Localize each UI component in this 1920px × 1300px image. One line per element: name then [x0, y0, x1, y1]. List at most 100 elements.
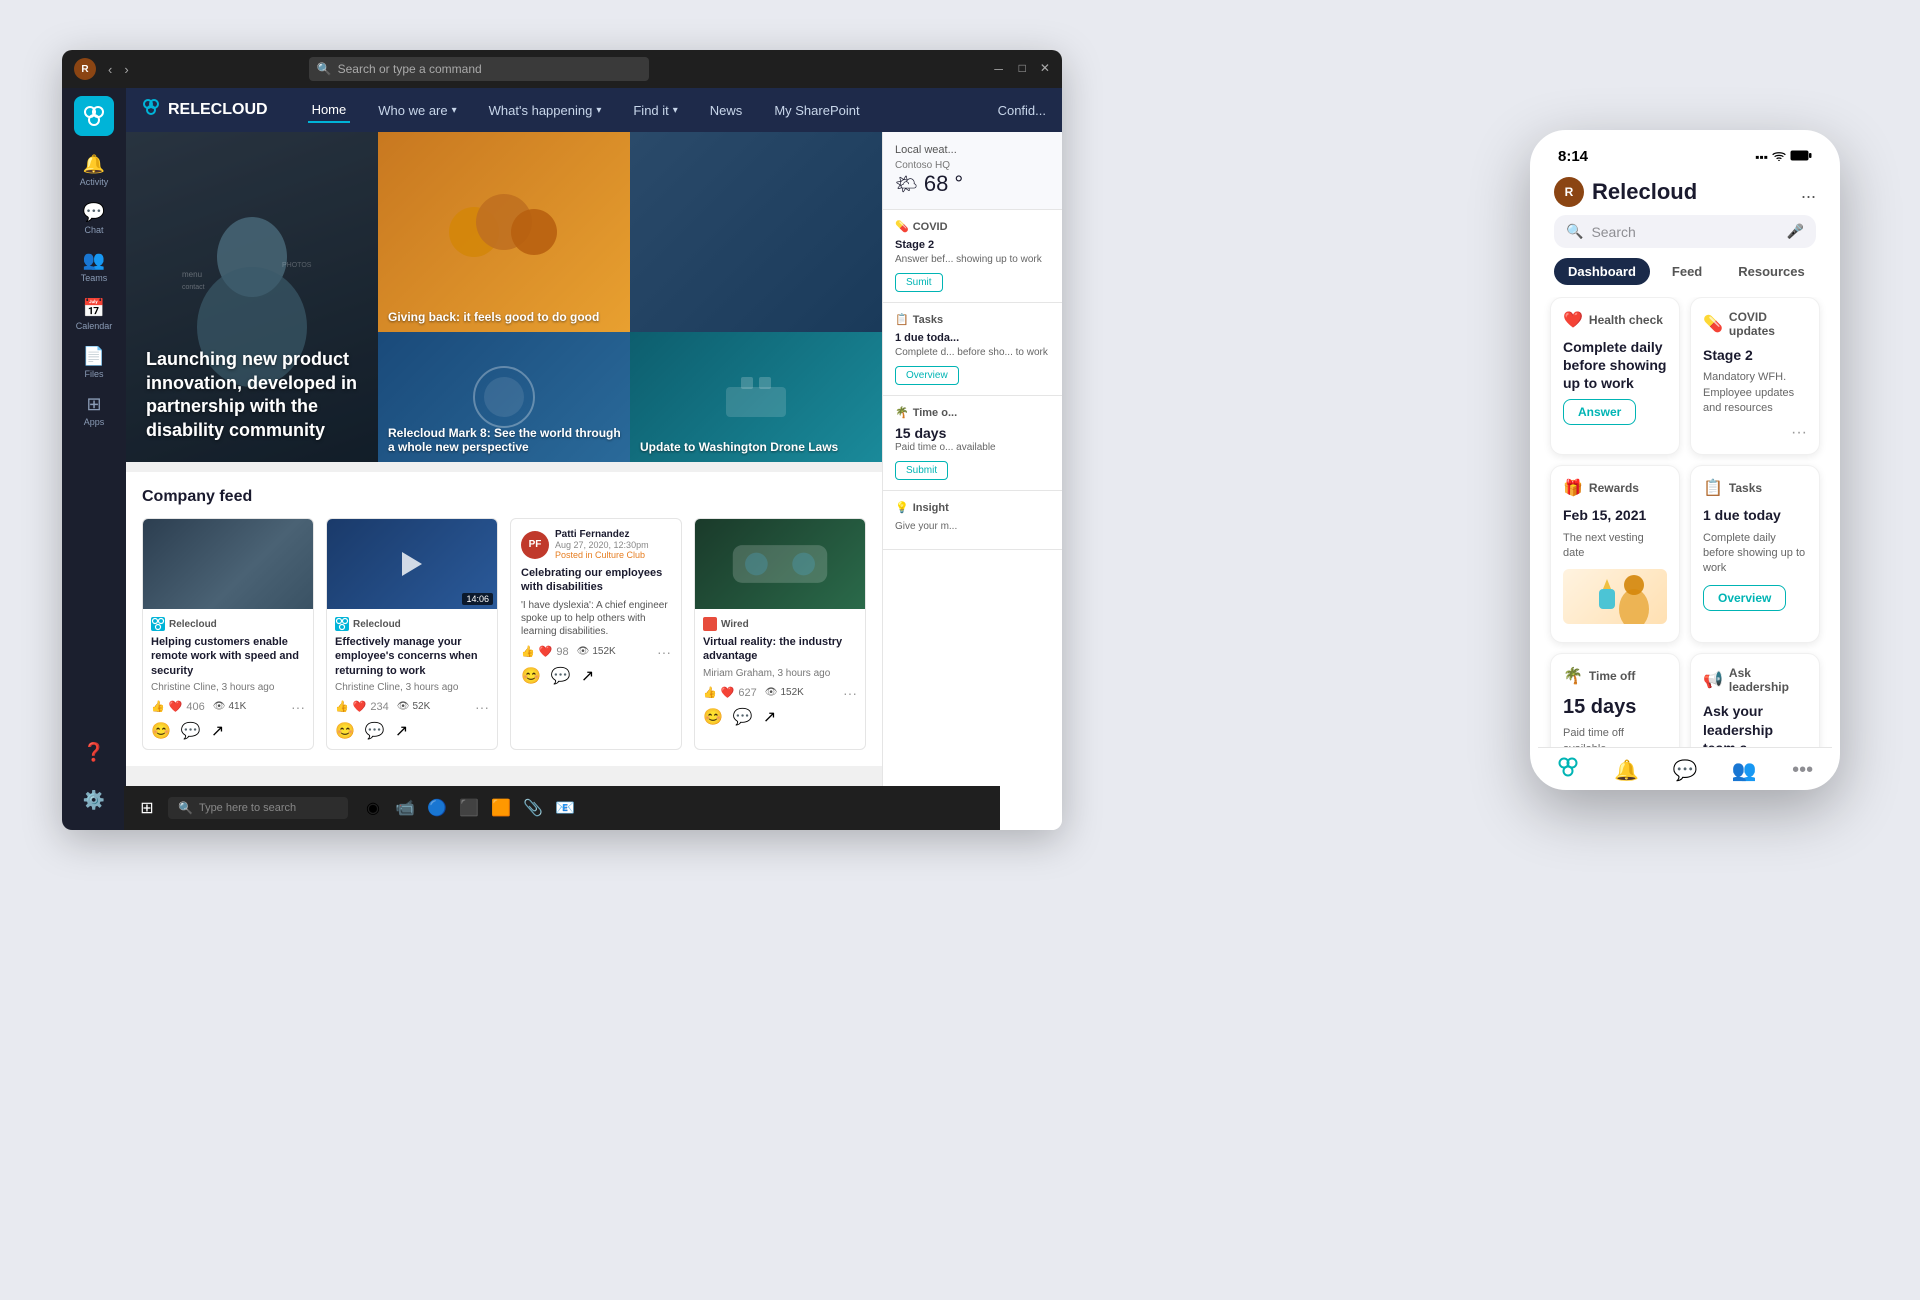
tasks-overview-button[interactable]: Overview — [895, 366, 959, 385]
mobile-nav-chat[interactable]: 💬 Chat — [1663, 758, 1707, 791]
taskbar-app-edge[interactable]: 🔵 — [422, 793, 452, 823]
mobile-cards-row-1: ❤️ Health check Complete daily before sh… — [1550, 297, 1820, 455]
close-btn[interactable]: ✕ — [1040, 61, 1050, 78]
hero-kids-caption: Giving back: it feels good to do good — [388, 310, 599, 324]
rewards-date: Feb 15, 2021 — [1563, 506, 1667, 524]
share-icon[interactable]: ↗ — [211, 721, 224, 741]
mobile-nav-teams[interactable]: 👥 Teams — [1722, 758, 1766, 791]
mobile-nav-activity[interactable]: 🔔 Activity — [1605, 758, 1649, 791]
mobile-mic-icon[interactable]: 🎤 — [1787, 223, 1804, 240]
covid-section: 💊 COVID Stage 2 Answer bef... showing up… — [883, 210, 1062, 303]
feed-card-2-reactions[interactable]: 👍 ❤️ 234 — [335, 700, 389, 713]
share-2-icon[interactable]: ↗ — [395, 721, 408, 741]
mobile-nav-label-chat: Chat — [1675, 785, 1696, 791]
mobile-nav-label-relecloud: Relecloud — [1545, 786, 1589, 790]
comment-3-icon[interactable]: 💬 — [551, 666, 571, 686]
sidebar-item-help[interactable]: ❓ — [72, 730, 116, 774]
megaphone-icon: 📢 — [1703, 670, 1723, 690]
feed-card-4-reactions[interactable]: 👍 ❤️ 627 — [703, 686, 757, 699]
tasks-desc: Complete d... before sho... to work — [895, 346, 1050, 359]
mobile-more-button[interactable]: ... — [1801, 182, 1816, 203]
comment-2-icon[interactable]: 💬 — [365, 721, 385, 741]
sidebar-item-calendar[interactable]: 📅 Calendar — [72, 292, 116, 336]
tasks-card-desc: Complete daily before showing up to work — [1703, 531, 1807, 577]
comment-4-icon[interactable]: 💬 — [733, 707, 753, 727]
insights-icon: 💡 — [895, 501, 909, 514]
taskbar-app-cortana[interactable]: ◉ — [358, 793, 388, 823]
tasks-due: 1 due toda... — [895, 332, 1050, 344]
more-4-icon[interactable]: ··· — [843, 685, 857, 701]
start-button[interactable]: ⊞ — [132, 793, 162, 823]
thumbs-up-icon: 👍 — [151, 700, 165, 713]
taskbar-app-paperclip[interactable]: 📎 — [518, 793, 548, 823]
nav-item-sharepoint[interactable]: My SharePoint — [770, 99, 863, 122]
settings-icon: ⚙️ — [83, 790, 105, 811]
taskbar-app-video[interactable]: 📹 — [390, 793, 420, 823]
mobile-nav-relecloud[interactable]: Relecloud — [1545, 756, 1589, 790]
taskbar-search[interactable]: 🔍 Type here to search — [168, 797, 348, 819]
share-4-icon[interactable]: ↗ — [763, 707, 776, 727]
ask-leadership-title: Ask your leadership team a question — [1703, 702, 1807, 747]
minimize-btn[interactable]: － — [993, 61, 1005, 78]
health-card-title: Complete daily before showing up to work — [1563, 338, 1667, 393]
more-icon[interactable]: ··· — [291, 699, 305, 715]
mobile-status-icons: ▪▪▪ — [1755, 150, 1812, 164]
mobile-nav-more[interactable]: ••• More — [1781, 759, 1825, 791]
tab-feed[interactable]: Feed — [1658, 258, 1716, 285]
covid-submit-button[interactable]: Sumit — [895, 273, 943, 292]
sidebar-item-chat[interactable]: 💬 Chat — [72, 196, 116, 240]
tab-resources[interactable]: Resources — [1724, 258, 1818, 285]
sidebar-bottom: ❓ ⚙️ — [72, 730, 116, 822]
sidebar-item-activity[interactable]: 🔔 Activity — [72, 148, 116, 192]
nav-item-home[interactable]: Home — [308, 98, 351, 123]
tasks-overview-btn[interactable]: Overview — [1703, 585, 1786, 611]
more-2-icon[interactable]: ··· — [475, 699, 489, 715]
calendar-icon: 📅 — [83, 298, 105, 319]
timeoff-submit-button[interactable]: Submit — [895, 461, 948, 480]
more-3-icon[interactable]: ··· — [657, 644, 671, 660]
tab-dashboard[interactable]: Dashboard — [1554, 258, 1650, 285]
hero-mark8-caption: Relecloud Mark 8: See the world through … — [388, 426, 630, 454]
nav-item-find[interactable]: Find it ▾ — [629, 99, 681, 122]
share-3-icon[interactable]: ↗ — [581, 666, 594, 686]
covid-desc: Answer bef... showing up to work — [895, 253, 1050, 266]
covid-more-icon[interactable]: ··· — [1703, 424, 1807, 442]
title-bar-avatar[interactable]: R — [74, 58, 96, 80]
nav-logo-text: RELECLOUD — [168, 101, 268, 119]
right-panel: Local weat... Contoso HQ 🌤 68° 💊 COVID S… — [882, 132, 1062, 830]
weather-widget: Local weat... Contoso HQ 🌤 68° — [883, 132, 1062, 210]
taskbar-app-teams[interactable]: ⬛ — [454, 793, 484, 823]
emoji-4-react-icon[interactable]: 😊 — [703, 707, 723, 727]
chevron-down-icon: ▾ — [596, 105, 601, 116]
covid-card-header: 💊 COVID updates — [1703, 310, 1807, 338]
sidebar-item-apps[interactable]: ⊞ Apps — [72, 388, 116, 432]
hero-cell-main: menu contact PHOTOS Launching new produc… — [126, 132, 378, 462]
sidebar-item-files[interactable]: 📄 Files — [72, 340, 116, 384]
maximize-btn[interactable]: □ — [1019, 61, 1026, 78]
mobile-nav-label-more: More — [1791, 784, 1814, 791]
feed-card-3-reactions[interactable]: 👍 ❤️ 98 — [521, 645, 569, 658]
mobile-scroll-area: ❤️ Health check Complete daily before sh… — [1538, 297, 1832, 747]
emoji-3-react-icon[interactable]: 😊 — [521, 666, 541, 686]
sidebar-label-activity: Activity — [80, 177, 109, 187]
feed-card-2: 14:06 — [326, 518, 498, 750]
health-answer-button[interactable]: Answer — [1563, 399, 1636, 425]
nav-item-who[interactable]: Who we are ▾ — [374, 99, 460, 122]
nav-back[interactable]: ‹ — [104, 60, 116, 79]
mobile-search-bar[interactable]: 🔍 Search 🎤 — [1554, 215, 1816, 248]
nav-item-whats[interactable]: What's happening ▾ — [485, 99, 606, 122]
taskbar-app-folder[interactable]: 🟧 — [486, 793, 516, 823]
feed-card-1-image — [143, 519, 313, 609]
feed-card-1-reactions[interactable]: 👍 ❤️ 406 — [151, 700, 205, 713]
sidebar-item-teams[interactable]: 👥 Teams — [72, 244, 116, 288]
emoji-react-icon[interactable]: 😊 — [151, 721, 171, 741]
taskbar-app-email[interactable]: 📧 — [550, 793, 580, 823]
search-icon: 🔍 — [317, 62, 332, 76]
nav-item-news[interactable]: News — [706, 99, 747, 122]
comment-icon[interactable]: 💬 — [181, 721, 201, 741]
nav-forward[interactable]: › — [120, 60, 132, 79]
sidebar-item-settings[interactable]: ⚙️ — [72, 778, 116, 822]
feed-card-1-author: Christine Cline, 3 hours ago — [151, 682, 305, 693]
emoji-2-react-icon[interactable]: 😊 — [335, 721, 355, 741]
title-bar-search[interactable]: 🔍 Search or type a command — [309, 57, 649, 81]
